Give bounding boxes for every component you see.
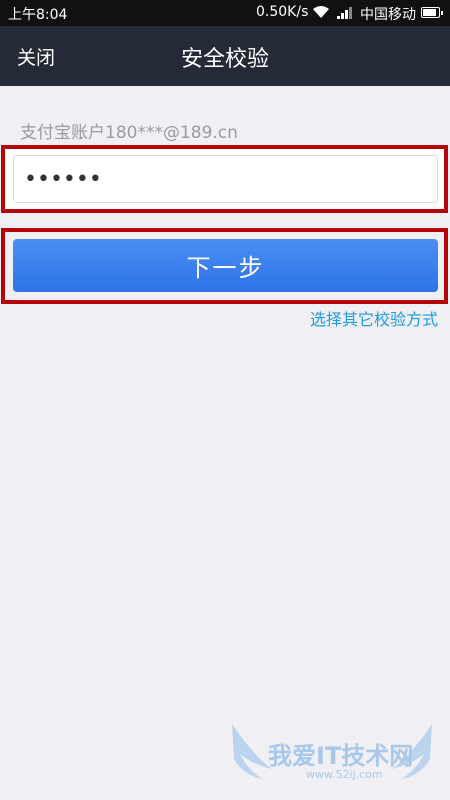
watermark-text: 我爱IT技术网 (268, 742, 414, 770)
page-title: 安全校验 (180, 47, 269, 72)
signal-icon (336, 7, 354, 23)
next-highlight-box: 下一步 (1, 228, 448, 304)
network-speed: 0.50K/s (256, 4, 309, 20)
password-highlight-box (1, 145, 448, 213)
wifi-icon (312, 5, 330, 23)
alt-verify-link[interactable]: 选择其它校验方式 (310, 306, 438, 330)
watermark-url: www.52ij.com (306, 768, 383, 781)
watermark-logo: 我爱IT技术网 www.52ij.com (222, 714, 442, 794)
status-bar: 上午8:04 0.50K/s 中国移动 (0, 0, 450, 26)
next-button[interactable]: 下一步 (13, 239, 438, 292)
battery-icon (421, 7, 443, 18)
password-input[interactable] (13, 155, 438, 203)
nav-bar: 关闭 安全校验 (0, 26, 450, 86)
status-time: 上午8:04 (8, 7, 68, 23)
battery-fill (423, 9, 436, 16)
account-label: 支付宝账户180***@189.cn (20, 123, 238, 143)
carrier-name: 中国移动 (360, 7, 416, 23)
